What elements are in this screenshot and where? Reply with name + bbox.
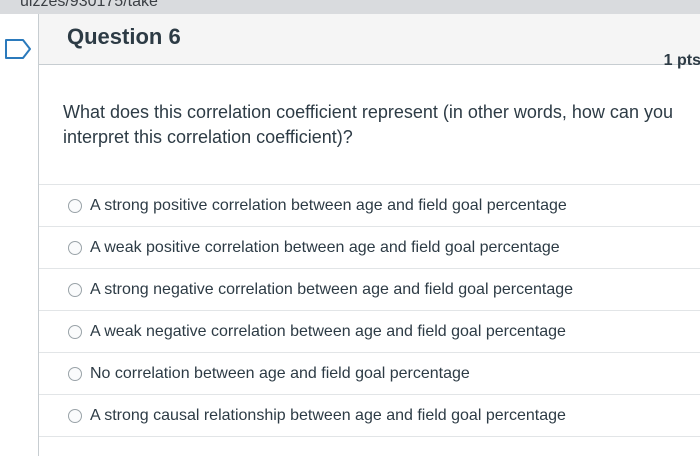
quiz-page: uizzes/930175/take Question 6 1 pts What…: [0, 0, 700, 456]
radio-button-icon[interactable]: [68, 198, 82, 213]
flag-question-icon[interactable]: [4, 38, 32, 60]
radio-button-icon[interactable]: [68, 282, 82, 297]
url-text: uizzes/930175/take: [20, 0, 158, 10]
answer-label: A weak positive correlation between age …: [90, 238, 560, 256]
answer-label: A strong positive correlation between ag…: [90, 196, 567, 214]
question-points: 1 pts: [663, 52, 700, 69]
question-header: Question 6 1 pts: [39, 14, 700, 69]
question-card: Question 6 1 pts What does this correlat…: [38, 14, 700, 456]
answer-label: No correlation between age and field goa…: [90, 364, 470, 382]
answer-label: A strong negative correlation between ag…: [90, 280, 574, 298]
answer-label: A weak negative correlation between age …: [90, 322, 566, 340]
question-text: What does this correlation coefficient r…: [63, 102, 673, 147]
answer-label: A strong causal relationship between age…: [90, 406, 566, 424]
question-title: Question 6: [67, 24, 181, 49]
radio-button-icon[interactable]: [68, 408, 82, 423]
answer-option-4[interactable]: A weak negative correlation between age …: [39, 310, 700, 352]
question-gutter: [0, 14, 38, 456]
radio-button-icon[interactable]: [68, 324, 82, 339]
answer-option-6[interactable]: A strong causal relationship between age…: [39, 394, 700, 437]
answer-option-5[interactable]: No correlation between age and field goa…: [39, 352, 700, 394]
answer-option-1[interactable]: A strong positive correlation between ag…: [39, 184, 700, 226]
answer-list: A strong positive correlation between ag…: [39, 184, 700, 437]
answer-option-3[interactable]: A strong negative correlation between ag…: [39, 268, 700, 310]
answer-option-2[interactable]: A weak positive correlation between age …: [39, 226, 700, 268]
radio-button-icon[interactable]: [68, 240, 82, 255]
radio-button-icon[interactable]: [68, 366, 82, 381]
browser-address-bar[interactable]: uizzes/930175/take: [0, 0, 700, 14]
